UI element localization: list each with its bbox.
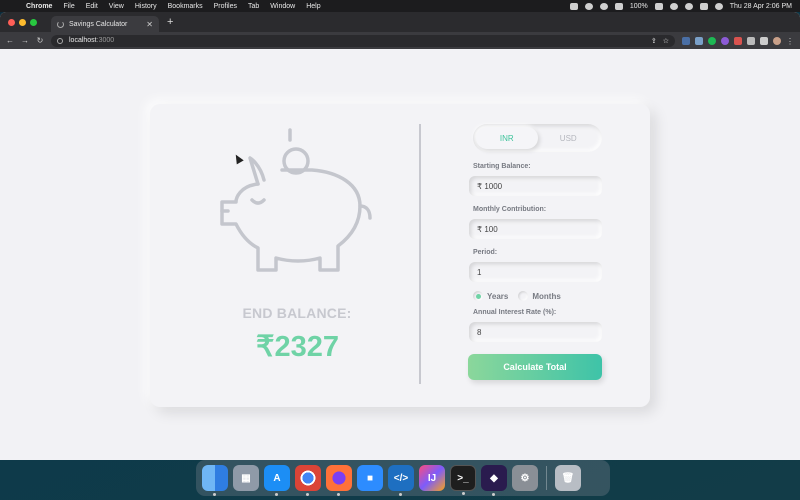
interest-rate-input[interactable]: 8: [469, 322, 602, 342]
vertical-divider: [419, 124, 421, 384]
finder-icon[interactable]: [202, 465, 228, 496]
menu-chrome[interactable]: Chrome: [26, 3, 52, 10]
spotify-extension-icon[interactable]: [708, 36, 716, 45]
spotlight-icon[interactable]: [684, 2, 693, 10]
starting-balance-input[interactable]: ₹ 1000: [469, 176, 602, 196]
firefox-icon[interactable]: [326, 465, 352, 496]
extension-2-icon[interactable]: [695, 36, 703, 45]
zoom-icon[interactable]: ■: [357, 465, 383, 491]
sidebar-icon[interactable]: [760, 36, 768, 45]
menu-view[interactable]: View: [109, 3, 124, 10]
battery-icon[interactable]: [654, 2, 663, 10]
trash-icon[interactable]: 🗑: [555, 465, 581, 491]
wifi-icon[interactable]: [669, 2, 678, 10]
close-window-button[interactable]: [8, 18, 15, 26]
tab-strip: Savings Calculator ✕ +: [0, 12, 800, 32]
close-tab-icon[interactable]: ✕: [146, 20, 153, 29]
terminal-icon[interactable]: >_: [450, 465, 476, 495]
system-preferences-icon[interactable]: ⚙: [512, 465, 538, 491]
macos-menu-bar: Chrome File Edit View History Bookmarks …: [0, 0, 800, 12]
piggy-bank-icon: [220, 128, 372, 272]
zoom-window-button[interactable]: [30, 18, 37, 26]
period-unit-radio-group: Years Months: [473, 291, 561, 301]
bookmark-star-icon[interactable]: ☆: [663, 37, 669, 45]
radio-years[interactable]: [473, 291, 483, 301]
menu-tab[interactable]: Tab: [248, 3, 259, 10]
radio-months-label[interactable]: Months: [532, 292, 560, 301]
extension-3-icon[interactable]: [721, 36, 729, 45]
launchpad-icon[interactable]: ▦: [233, 465, 259, 491]
new-tab-button[interactable]: +: [167, 16, 173, 28]
reload-icon[interactable]: ↻: [36, 36, 44, 45]
period-label: Period:: [473, 249, 498, 256]
starting-balance-label: Starting Balance:: [473, 163, 531, 170]
share-icon[interactable]: ⇪: [651, 37, 657, 45]
minimize-window-button[interactable]: [19, 18, 26, 26]
status-area: 100% Thu 28 Apr 2:06 PM: [569, 2, 792, 10]
window-controls: [8, 18, 37, 26]
site-info-icon[interactable]: [57, 37, 63, 44]
profile-avatar[interactable]: [773, 36, 781, 45]
status-app-icon[interactable]: [569, 2, 578, 10]
app-store-icon[interactable]: A: [264, 465, 290, 496]
dock-separator: [546, 466, 547, 490]
address-bar[interactable]: localhost:3000 ⇪ ☆: [51, 34, 675, 47]
siri-icon[interactable]: [714, 2, 723, 10]
calculate-total-button[interactable]: Calculate Total: [468, 354, 602, 380]
extensions-puzzle-icon[interactable]: [747, 36, 755, 45]
macos-dock: ▦ A ■ </> IJ >_ ◆ ⚙ 🗑: [196, 460, 610, 496]
end-balance-label: END BALANCE:: [242, 305, 352, 321]
calculator-card: END BALANCE: ₹2327 INR USD Starting Bala…: [150, 104, 650, 407]
end-balance-value: ₹2327: [256, 331, 339, 363]
forward-icon[interactable]: →: [21, 36, 29, 45]
browser-tab[interactable]: Savings Calculator ✕: [51, 16, 159, 32]
vscode-icon[interactable]: </>: [388, 465, 414, 496]
volume-icon[interactable]: [614, 2, 623, 10]
monthly-contribution-label: Monthly Contribution:: [473, 206, 547, 213]
status-google-icon[interactable]: [584, 2, 593, 10]
obsidian-icon[interactable]: ◆: [481, 465, 507, 496]
chrome-icon[interactable]: [295, 465, 321, 496]
browser-toolbar: ← → ↻ localhost:3000 ⇪ ☆ ⋮: [0, 32, 800, 49]
back-icon[interactable]: ←: [6, 36, 14, 45]
menu-help[interactable]: Help: [306, 3, 320, 10]
menu-edit[interactable]: Edit: [86, 3, 98, 10]
radio-selected-dot: [475, 293, 481, 299]
menu-window[interactable]: Window: [270, 3, 295, 10]
url-port: :3000: [96, 37, 115, 44]
currency-option-inr[interactable]: INR: [476, 127, 538, 149]
tab-title: Savings Calculator: [69, 20, 128, 28]
loading-icon: [57, 20, 64, 28]
browser-window: Savings Calculator ✕ + ← → ↻ localhost:3…: [0, 12, 800, 460]
radio-years-label[interactable]: Years: [487, 292, 508, 301]
extension-1-icon[interactable]: [682, 36, 690, 45]
bluetooth-icon[interactable]: [599, 2, 608, 10]
currency-option-usd[interactable]: USD: [538, 127, 600, 149]
battery-percent: 100%: [629, 2, 648, 10]
url-host: localhost: [69, 37, 97, 44]
page-content: END BALANCE: ₹2327 INR USD Starting Bala…: [0, 49, 800, 460]
menu-file[interactable]: File: [63, 3, 74, 10]
more-menu-icon[interactable]: ⋮: [786, 37, 794, 46]
extension-4-icon[interactable]: [734, 36, 742, 45]
clock[interactable]: Thu 28 Apr 2:06 PM: [730, 3, 792, 10]
interest-rate-label: Annual Interest Rate (%):: [473, 309, 557, 316]
menu-profiles[interactable]: Profiles: [214, 3, 237, 10]
menu-bookmarks[interactable]: Bookmarks: [168, 3, 203, 10]
currency-toggle[interactable]: INR USD: [473, 124, 602, 152]
period-input[interactable]: 1: [469, 262, 602, 282]
monthly-contribution-input[interactable]: ₹ 100: [469, 219, 602, 239]
extensions-area: ⋮: [682, 36, 794, 46]
menu-history[interactable]: History: [135, 3, 157, 10]
intellij-icon[interactable]: IJ: [419, 465, 445, 491]
control-center-icon[interactable]: [699, 2, 708, 10]
radio-months[interactable]: [518, 291, 529, 301]
